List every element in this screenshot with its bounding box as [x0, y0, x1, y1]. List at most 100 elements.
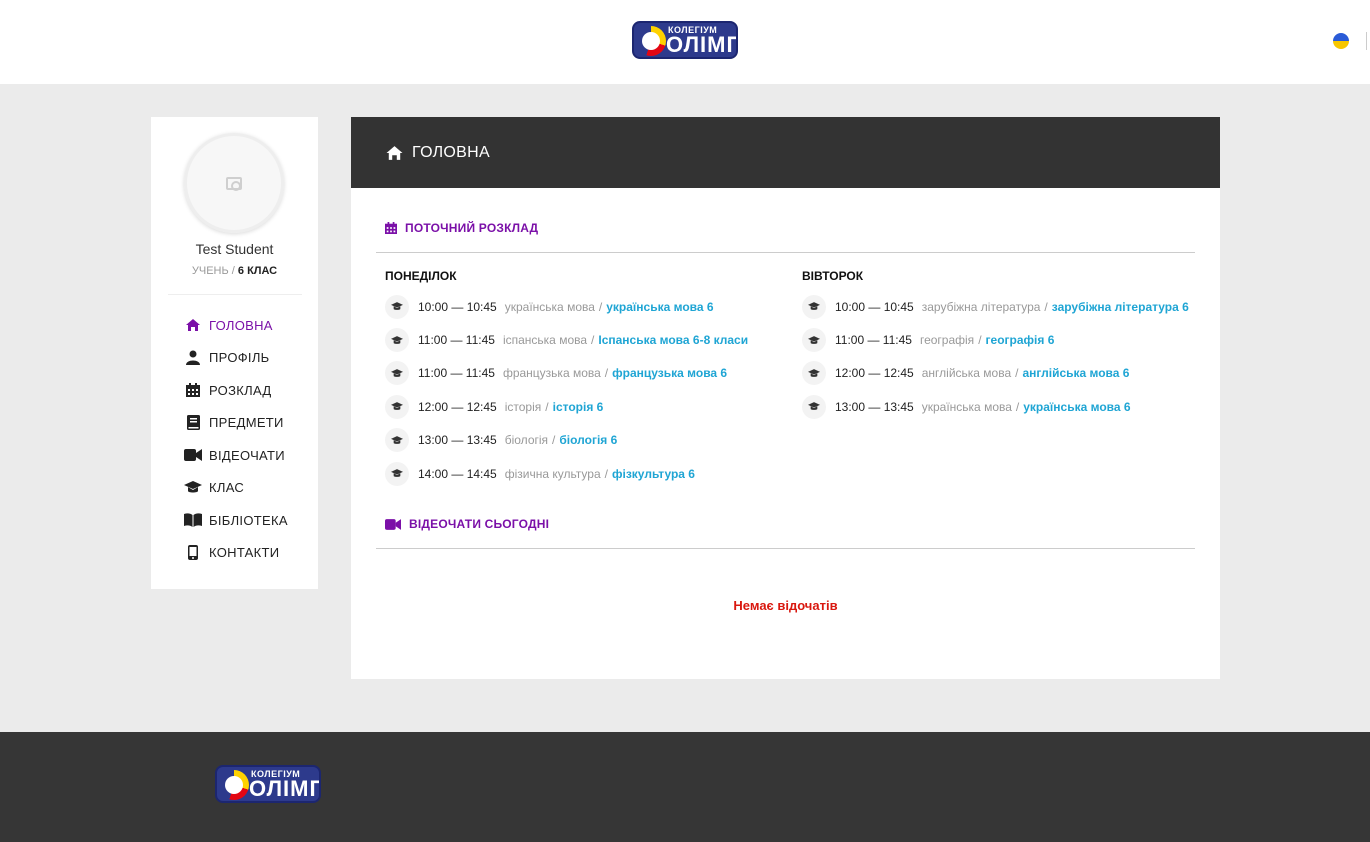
graduation-cap-icon	[802, 294, 826, 319]
calendar-icon	[385, 222, 397, 234]
videochats-title-label: ВІДЕОЧАТИ СЬОГОДНІ	[409, 517, 550, 531]
lesson-link[interactable]: зарубіжна література 6	[1052, 300, 1189, 314]
lesson-subject: іспанська мова	[502, 333, 588, 348]
lesson-item: 11:00 — 11:45 географія / географія 6	[802, 323, 1202, 356]
lesson-link[interactable]: Іспанська мова 6-8 класи	[598, 333, 748, 347]
lesson-subject: зарубіжна література	[921, 299, 1041, 314]
graduation-cap-icon	[385, 461, 409, 486]
page-header: ГОЛОВНА	[351, 117, 1220, 188]
divider	[1366, 32, 1367, 50]
lesson-time: 11:00 — 11:45	[418, 366, 495, 381]
lesson-time: 11:00 — 11:45	[835, 333, 912, 348]
sidebar-item-schedule[interactable]: РОЗКЛАД	[184, 374, 288, 407]
home-icon	[385, 145, 404, 161]
user-role-separator: /	[231, 265, 235, 277]
lesson-item: 13:00 — 13:45 біологія / біологія 6	[385, 424, 785, 457]
lesson-link[interactable]: біологія 6	[559, 433, 617, 447]
lesson-time: 12:00 — 12:45	[835, 366, 914, 381]
sidebar-item-videochats[interactable]: ВІДЕОЧАТИ	[184, 439, 288, 472]
lesson-subject: англійська мова	[921, 366, 1012, 381]
lesson-separator: /	[604, 466, 608, 481]
logo[interactable]: КОЛЕГІУМ ОЛІМП	[632, 21, 738, 59]
lesson-link[interactable]: українська мова 6	[606, 300, 713, 314]
lesson-separator: /	[545, 399, 549, 414]
sidebar-item-label: ВІДЕОЧАТИ	[209, 447, 285, 463]
main-panel: ГОЛОВНА ПОТОЧНИЙ РОЗКЛАД ПОНЕДІЛОК 10:00…	[351, 117, 1220, 679]
video-icon	[385, 518, 401, 530]
schedule-title-label: ПОТОЧНИЙ РОЗКЛАД	[405, 221, 539, 235]
sidebar-item-label: РОЗКЛАД	[209, 382, 272, 398]
lesson-time: 10:00 — 10:45	[418, 299, 497, 314]
graduation-cap-icon	[385, 361, 409, 386]
videochats-section-title: ВІДЕОЧАТИ СЬОГОДНІ	[385, 517, 549, 531]
open-book-icon	[184, 512, 202, 528]
logo-badge: КОЛЕГІУМ ОЛІМП	[632, 21, 738, 59]
sidebar-item-label: БІБЛІОТЕКА	[209, 512, 288, 528]
sidebar-item-label: ГОЛОВНА	[209, 317, 273, 333]
lesson-link[interactable]: історія 6	[553, 400, 604, 414]
sidebar-item-class[interactable]: КЛАС	[184, 472, 288, 505]
sidebar-item-profile[interactable]: ПРОФІЛЬ	[184, 342, 288, 375]
graduation-cap-icon	[802, 394, 826, 419]
divider	[376, 252, 1195, 253]
video-icon	[184, 447, 202, 463]
lesson-subject: фізична культура	[504, 466, 601, 481]
divider	[376, 548, 1195, 549]
footer-logo[interactable]: КОЛЕГІУМ ОЛІМП	[215, 765, 321, 803]
graduation-cap-icon	[385, 428, 409, 453]
lesson-link[interactable]: французька мова 6	[612, 366, 727, 380]
lesson-item: 10:00 — 10:45 українська мова / українськ…	[385, 290, 785, 323]
lesson-item: 13:00 — 13:45 українська мова / українськ…	[802, 390, 1202, 423]
logo-big-text: ОЛІМП	[249, 776, 321, 801]
logo-emblem	[636, 26, 666, 56]
lesson-time: 14:00 — 14:45	[418, 466, 497, 481]
lesson-subject: історія	[504, 399, 542, 414]
empty-state-message: Немає відочатів	[733, 598, 838, 613]
day-name: ВІВТОРОК	[802, 269, 864, 283]
lesson-time: 11:00 — 11:45	[418, 333, 495, 348]
lesson-link[interactable]: фізкультура 6	[612, 467, 695, 481]
lesson-separator: /	[598, 299, 603, 314]
lesson-link[interactable]: англійська мова 6	[1022, 366, 1129, 380]
lesson-item: 12:00 — 12:45 історія / історія 6	[385, 390, 785, 423]
graduation-cap-icon	[385, 394, 409, 419]
logo-big-text: ОЛІМП	[666, 32, 738, 57]
lesson-subject: французька мова	[502, 366, 601, 381]
page-title: ГОЛОВНА	[412, 143, 490, 161]
lesson-time: 13:00 — 13:45	[835, 399, 914, 414]
home-icon	[184, 317, 202, 333]
sidebar-item-home[interactable]: ГОЛОВНА	[184, 309, 288, 342]
phone-icon	[184, 545, 202, 561]
lesson-separator: /	[604, 366, 609, 381]
calendar-icon	[184, 382, 202, 398]
lesson-separator: /	[1044, 299, 1048, 314]
sidebar-item-label: ПРОФІЛЬ	[209, 350, 270, 366]
lesson-link[interactable]: українська мова 6	[1023, 400, 1130, 414]
sidebar-nav: ГОЛОВНА ПРОФІЛЬ РОЗКЛАД ПРЕДМЕТИ ВІДЕОЧА…	[184, 309, 288, 569]
camera-icon	[226, 176, 242, 191]
sidebar-item-contacts[interactable]: КОНТАКТИ	[184, 537, 288, 570]
lesson-separator: /	[1015, 366, 1019, 381]
user-name: Test Student	[195, 241, 274, 257]
user-class: 6 КЛАС	[237, 265, 278, 277]
graduation-cap-icon	[385, 328, 409, 353]
lesson-time: 13:00 — 13:45	[418, 433, 497, 448]
sidebar-item-library[interactable]: БІБЛІОТЕКА	[184, 504, 288, 537]
avatar[interactable]	[184, 133, 284, 233]
lesson-subject: біологія	[504, 433, 549, 448]
lesson-subject: географія	[919, 333, 975, 348]
footer	[0, 732, 1370, 842]
lesson-link[interactable]: географія 6	[986, 333, 1055, 347]
lesson-separator: /	[591, 333, 595, 348]
day-monday: ПОНЕДІЛОК 10:00 — 10:45 українська мова /…	[385, 269, 785, 490]
ukraine-flag-icon[interactable]	[1333, 33, 1349, 49]
sidebar-item-label: ПРЕДМЕТИ	[209, 415, 284, 431]
user-icon	[184, 350, 202, 366]
logo-emblem	[219, 770, 249, 800]
day-name: ПОНЕДІЛОК	[385, 269, 457, 283]
graduation-cap-icon	[802, 361, 826, 386]
graduation-cap-icon	[802, 328, 826, 353]
sidebar-item-subjects[interactable]: ПРЕДМЕТИ	[184, 407, 288, 440]
book-icon	[184, 415, 202, 431]
lesson-item: 10:00 — 10:45 зарубіжна література / зару…	[802, 290, 1202, 323]
